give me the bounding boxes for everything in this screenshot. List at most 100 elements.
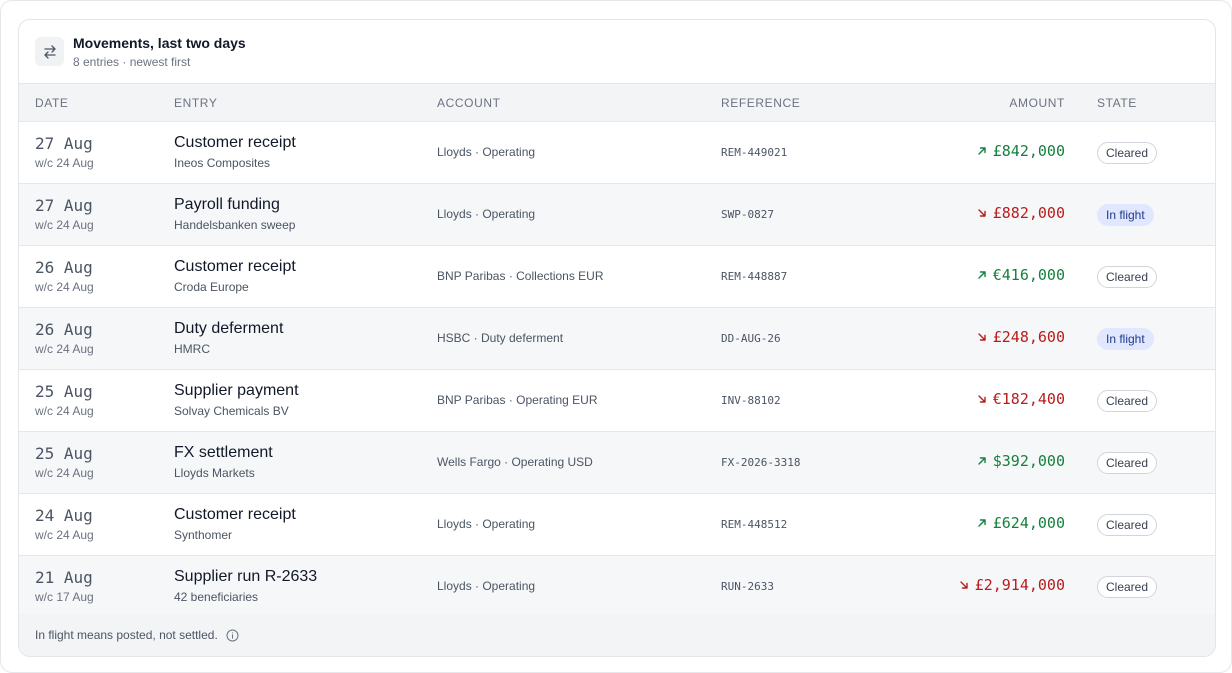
- table-row[interactable]: 25 Aug w/c 24 Aug Supplier payment Solva…: [19, 370, 1215, 432]
- table-row[interactable]: 27 Aug w/c 24 Aug Customer receipt Ineos…: [19, 122, 1215, 184]
- status-badge: In flight: [1097, 328, 1154, 350]
- row-week: w/c 24 Aug: [35, 156, 94, 170]
- row-account: HSBC · Duty deferment: [437, 331, 564, 345]
- card-header: Movements, last two days 8 entries · new…: [19, 20, 1215, 84]
- row-date: 21 Aug: [35, 568, 93, 587]
- column-header-entry: Entry: [174, 96, 218, 110]
- row-counterparty: Croda Europe: [174, 280, 249, 294]
- card-footer: In flight means posted, not settled.: [19, 614, 1215, 656]
- row-amount: €182,400: [977, 390, 1065, 408]
- arrow-down-right-icon: [977, 208, 987, 218]
- footer-note: In flight means posted, not settled.: [35, 628, 218, 642]
- row-reference: RUN-2633: [721, 580, 774, 593]
- info-icon[interactable]: [226, 629, 239, 642]
- row-date: 25 Aug: [35, 444, 93, 463]
- row-counterparty: Ineos Composites: [174, 156, 271, 170]
- row-amount-value: $392,000: [992, 452, 1065, 470]
- row-date: 24 Aug: [35, 506, 93, 525]
- row-week: w/c 24 Aug: [35, 280, 94, 294]
- row-reference: REM-448887: [721, 270, 788, 283]
- row-account: BNP Paribas · Collections EUR: [437, 269, 604, 283]
- row-date: 26 Aug: [35, 320, 93, 339]
- row-week: w/c 24 Aug: [35, 466, 94, 480]
- row-amount-value: £842,000: [992, 142, 1065, 160]
- row-amount-value: £624,000: [992, 514, 1065, 532]
- row-reference: REM-448512: [721, 518, 788, 531]
- table-row[interactable]: 26 Aug w/c 24 Aug Duty deferment HMRC HS…: [19, 308, 1215, 370]
- movements-card: Movements, last two days 8 entries · new…: [18, 19, 1216, 657]
- table-header: Date Entry Account Reference Amount Stat…: [19, 84, 1215, 122]
- row-entry: Customer receipt: [174, 134, 296, 151]
- row-amount-value: €416,000: [992, 266, 1065, 284]
- row-week: w/c 24 Aug: [35, 342, 94, 356]
- row-amount-value: £882,000: [992, 204, 1065, 222]
- row-reference: DD-AUG-26: [721, 332, 781, 345]
- row-entry: Supplier run R-2633: [174, 568, 318, 585]
- column-header-amount: Amount: [1009, 96, 1065, 110]
- swap-arrows-icon: [35, 37, 64, 66]
- row-entry: Customer receipt: [174, 258, 296, 275]
- arrow-up-right-icon: [977, 456, 987, 466]
- row-counterparty: 42 beneficiaries: [174, 590, 259, 604]
- row-reference: INV-88102: [721, 394, 781, 407]
- row-week: w/c 24 Aug: [35, 528, 94, 542]
- row-week: w/c 24 Aug: [35, 404, 94, 418]
- arrow-up-right-icon: [977, 146, 987, 156]
- row-counterparty: Solvay Chemicals BV: [174, 404, 289, 418]
- row-account: BNP Paribas · Operating EUR: [437, 393, 598, 407]
- row-entry: Payroll funding: [174, 196, 280, 213]
- arrow-down-right-icon: [977, 394, 987, 404]
- table-row[interactable]: 26 Aug w/c 24 Aug Customer receipt Croda…: [19, 246, 1215, 308]
- row-date: 26 Aug: [35, 258, 93, 277]
- row-amount-value: £248,600: [992, 328, 1065, 346]
- row-reference: FX-2026-3318: [721, 456, 801, 469]
- arrow-up-right-icon: [977, 270, 987, 280]
- status-badge: Cleared: [1097, 452, 1158, 474]
- status-badge: In flight: [1097, 204, 1154, 226]
- row-week: w/c 24 Aug: [35, 218, 94, 232]
- table-row[interactable]: 27 Aug w/c 24 Aug Payroll funding Handel…: [19, 184, 1215, 246]
- column-header-account: Account: [437, 96, 501, 110]
- row-counterparty: Synthomer: [174, 528, 233, 542]
- card-subtitle: 8 entries · newest first: [73, 55, 191, 69]
- row-amount: £248,600: [977, 328, 1065, 346]
- row-entry: FX settlement: [174, 444, 273, 461]
- status-badge: Cleared: [1097, 390, 1158, 412]
- row-account: Wells Fargo · Operating USD: [437, 455, 593, 469]
- row-amount: £842,000: [977, 142, 1065, 160]
- row-counterparty: HMRC: [174, 342, 210, 356]
- status-badge: Cleared: [1097, 576, 1158, 598]
- row-amount: €416,000: [977, 266, 1065, 284]
- column-header-date: Date: [35, 96, 69, 110]
- row-account: Lloyds · Operating: [437, 579, 536, 593]
- row-amount: £882,000: [977, 204, 1065, 222]
- row-amount-value: £2,914,000: [974, 576, 1065, 594]
- status-badge: Cleared: [1097, 514, 1158, 536]
- row-reference: SWP-0827: [721, 208, 774, 221]
- row-entry: Supplier payment: [174, 382, 299, 399]
- card-title: Movements, last two days: [73, 35, 246, 51]
- row-week: w/c 17 Aug: [35, 590, 94, 604]
- table-row[interactable]: 21 Aug w/c 17 Aug Supplier run R-2633 42…: [19, 556, 1215, 618]
- row-date: 27 Aug: [35, 134, 93, 153]
- column-header-state: State: [1097, 96, 1137, 110]
- row-account: Lloyds · Operating: [437, 145, 536, 159]
- table-row[interactable]: 24 Aug w/c 24 Aug Customer receipt Synth…: [19, 494, 1215, 556]
- row-amount: $392,000: [977, 452, 1065, 470]
- row-account: Lloyds · Operating: [437, 517, 536, 531]
- arrow-down-right-icon: [959, 580, 969, 590]
- row-reference: REM-449021: [721, 146, 788, 159]
- row-account: Lloyds · Operating: [437, 207, 536, 221]
- page-frame: Movements, last two days 8 entries · new…: [0, 0, 1232, 673]
- table-row[interactable]: 25 Aug w/c 24 Aug FX settlement Lloyds M…: [19, 432, 1215, 494]
- status-badge: Cleared: [1097, 266, 1158, 288]
- row-entry: Duty deferment: [174, 320, 284, 337]
- row-amount: £624,000: [977, 514, 1065, 532]
- row-entry: Customer receipt: [174, 506, 296, 523]
- arrow-down-right-icon: [977, 332, 987, 342]
- row-amount-value: €182,400: [992, 390, 1065, 408]
- table-body: 27 Aug w/c 24 Aug Customer receipt Ineos…: [19, 122, 1215, 618]
- column-header-reference: Reference: [721, 96, 801, 110]
- row-amount: £2,914,000: [959, 576, 1065, 594]
- status-badge: Cleared: [1097, 142, 1158, 164]
